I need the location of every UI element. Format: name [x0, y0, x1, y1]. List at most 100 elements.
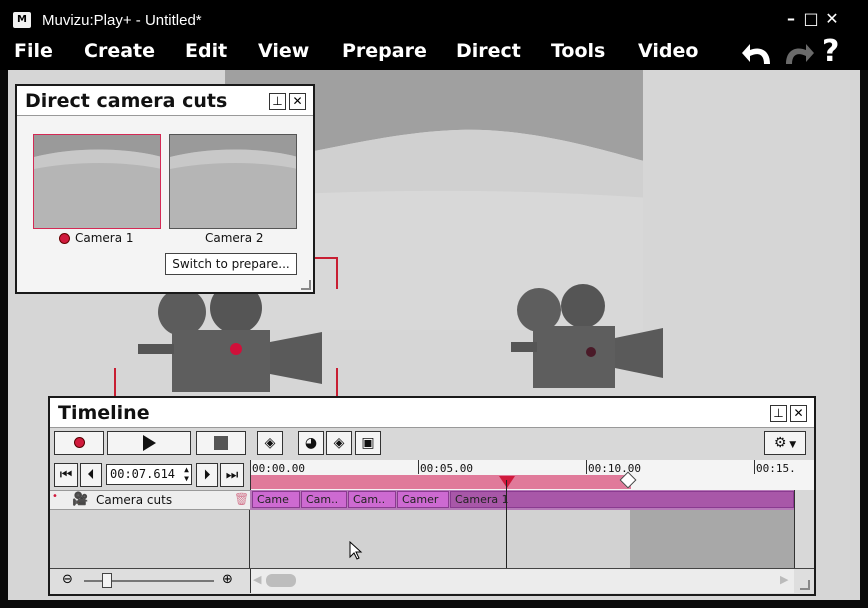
camera-clip[interactable]: Cam.. — [348, 491, 396, 508]
gear-icon: ⚙ — [773, 435, 787, 451]
panel-title: Direct camera cuts — [25, 90, 228, 112]
step-forward-icon: ⏵ — [203, 467, 211, 483]
app-window: M Muvizu:Play+ - Untitled* – □ ✕ File Cr… — [0, 0, 868, 608]
screen-button[interactable]: ▣ — [355, 431, 381, 455]
menu-video[interactable]: Video — [638, 40, 698, 62]
time-value: 00:07.614 — [110, 467, 176, 481]
skip-start-button[interactable]: ⏮ — [54, 463, 78, 487]
switch-to-prepare-button[interactable]: Switch to prepare... — [165, 253, 297, 275]
camera-frame-line — [336, 368, 338, 396]
resize-grip-icon[interactable] — [800, 580, 810, 590]
track-list-empty — [50, 510, 250, 568]
recording-indicator-icon — [59, 233, 70, 244]
step-back-icon: ⏴ — [87, 467, 95, 483]
ruler-tick — [586, 460, 587, 474]
track-label: Camera cuts — [96, 493, 173, 507]
direct-camera-cuts-panel: Direct camera cuts ⊥ ✕ Camera 1 Camera 2… — [15, 84, 315, 294]
screen-icon: ▣ — [361, 435, 375, 451]
timeline-out-of-range — [630, 510, 794, 568]
stop-icon — [214, 436, 228, 450]
record-button[interactable] — [54, 431, 104, 455]
skip-end-icon: ⏭ — [225, 467, 239, 483]
camera-frame-line — [336, 257, 338, 289]
ruler-tick — [754, 460, 755, 474]
camera-2-model[interactable] — [511, 282, 671, 392]
add-keyframe-icon: ◈ — [333, 435, 345, 451]
timeline-empty-area[interactable] — [250, 510, 630, 568]
menu-edit[interactable]: Edit — [185, 40, 227, 62]
resize-grip-icon[interactable] — [301, 280, 311, 290]
chevron-down-icon: ▼ — [786, 440, 797, 450]
camera-clip[interactable]: Camer — [397, 491, 449, 508]
menu-direct[interactable]: Direct — [456, 40, 521, 62]
title-bar: M Muvizu:Play+ - Untitled* – □ ✕ — [0, 0, 868, 38]
menu-prepare[interactable]: Prepare — [342, 40, 427, 62]
ruler-tick — [418, 460, 419, 474]
close-button[interactable]: ✕ — [823, 10, 841, 28]
step-back-button[interactable]: ⏴ — [80, 463, 102, 487]
ruler-tick-label: 00:15. — [756, 462, 796, 475]
playhead-marker-icon[interactable] — [499, 476, 515, 488]
menu-bar: File Create Edit View Prepare Direct Too… — [0, 38, 868, 70]
camera-2-thumbnail[interactable] — [169, 134, 297, 229]
spin-arrows-icon[interactable]: ▲ ▼ — [184, 465, 189, 483]
mouse-cursor-icon — [349, 541, 363, 560]
play-range-bar[interactable] — [251, 475, 631, 489]
camera-2-preview — [170, 135, 296, 228]
track-header[interactable]: • 🎥 Camera cuts 🗑 — [50, 490, 250, 510]
add-keyframe-button[interactable]: ◈ — [326, 431, 352, 455]
help-icon[interactable]: ? — [822, 34, 839, 69]
panel-header: Timeline ⊥ ✕ — [50, 398, 814, 428]
menu-tools[interactable]: Tools — [551, 40, 605, 62]
camera-1-model[interactable] — [136, 282, 326, 392]
stop-button[interactable] — [196, 431, 246, 455]
timeline-right-gutter — [794, 490, 814, 568]
pin-icon[interactable]: ⊥ — [770, 405, 787, 422]
clock-icon: ◕ — [304, 435, 318, 451]
redo-icon[interactable] — [780, 40, 814, 68]
play-button[interactable] — [107, 431, 191, 455]
panel-close-button[interactable]: ✕ — [289, 93, 306, 110]
ruler-tick-label: 00:05.00 — [420, 462, 473, 475]
horizontal-scrollbar[interactable] — [250, 569, 794, 593]
play-icon — [142, 435, 156, 451]
ruler-tick-label: 00:10.00 — [588, 462, 641, 475]
panel-header: Direct camera cuts ⊥ ✕ — [17, 86, 313, 116]
undo-icon[interactable] — [742, 40, 776, 68]
camera-clip[interactable]: Came — [252, 491, 300, 508]
keyframe-button[interactable]: ◈ — [257, 431, 283, 455]
keyframe-icon: ◈ — [264, 435, 276, 451]
camera-1-label: Camera 1 — [75, 231, 134, 245]
pin-icon[interactable]: ⊥ — [269, 93, 286, 110]
skip-end-button[interactable]: ⏭ — [220, 463, 244, 487]
app-logo: M — [13, 12, 31, 28]
delete-track-icon[interactable]: 🗑 — [234, 492, 249, 506]
maximize-button[interactable]: □ — [802, 10, 820, 28]
menu-view[interactable]: View — [258, 40, 309, 62]
camera-clip[interactable]: Camera 1 — [450, 491, 794, 508]
minimize-button[interactable]: – — [782, 10, 800, 28]
scrollbar-thumb[interactable] — [266, 574, 296, 587]
zoom-out-icon[interactable]: ⊖ — [62, 572, 73, 587]
zoom-slider-handle[interactable] — [102, 573, 112, 588]
camera-1-thumbnail[interactable] — [33, 134, 161, 229]
camera-cuts-icon: 🎥 — [72, 492, 89, 507]
panel-title: Timeline — [58, 402, 150, 424]
menu-file[interactable]: File — [14, 40, 53, 62]
scroll-left-icon[interactable]: ◀ — [253, 573, 261, 586]
camera-1-preview — [34, 135, 160, 228]
scroll-right-icon[interactable]: ▶ — [780, 573, 788, 586]
window-title: Muvizu:Play+ - Untitled* — [42, 12, 202, 29]
playhead-line — [506, 480, 507, 568]
time-input[interactable]: 00:07.614 ▲ ▼ — [106, 464, 192, 485]
clock-button[interactable]: ◕ — [298, 431, 324, 455]
settings-dropdown[interactable]: ⚙ ▼ — [764, 431, 806, 455]
track-record-dot-icon: • — [52, 491, 58, 502]
camera-clip[interactable]: Cam.. — [301, 491, 347, 508]
camera-frame-line — [114, 368, 116, 396]
step-forward-button[interactable]: ⏵ — [196, 463, 218, 487]
zoom-in-icon[interactable]: ⊕ — [222, 572, 233, 587]
panel-close-button[interactable]: ✕ — [790, 405, 807, 422]
skip-start-icon: ⏮ — [59, 467, 73, 483]
menu-create[interactable]: Create — [84, 40, 155, 62]
